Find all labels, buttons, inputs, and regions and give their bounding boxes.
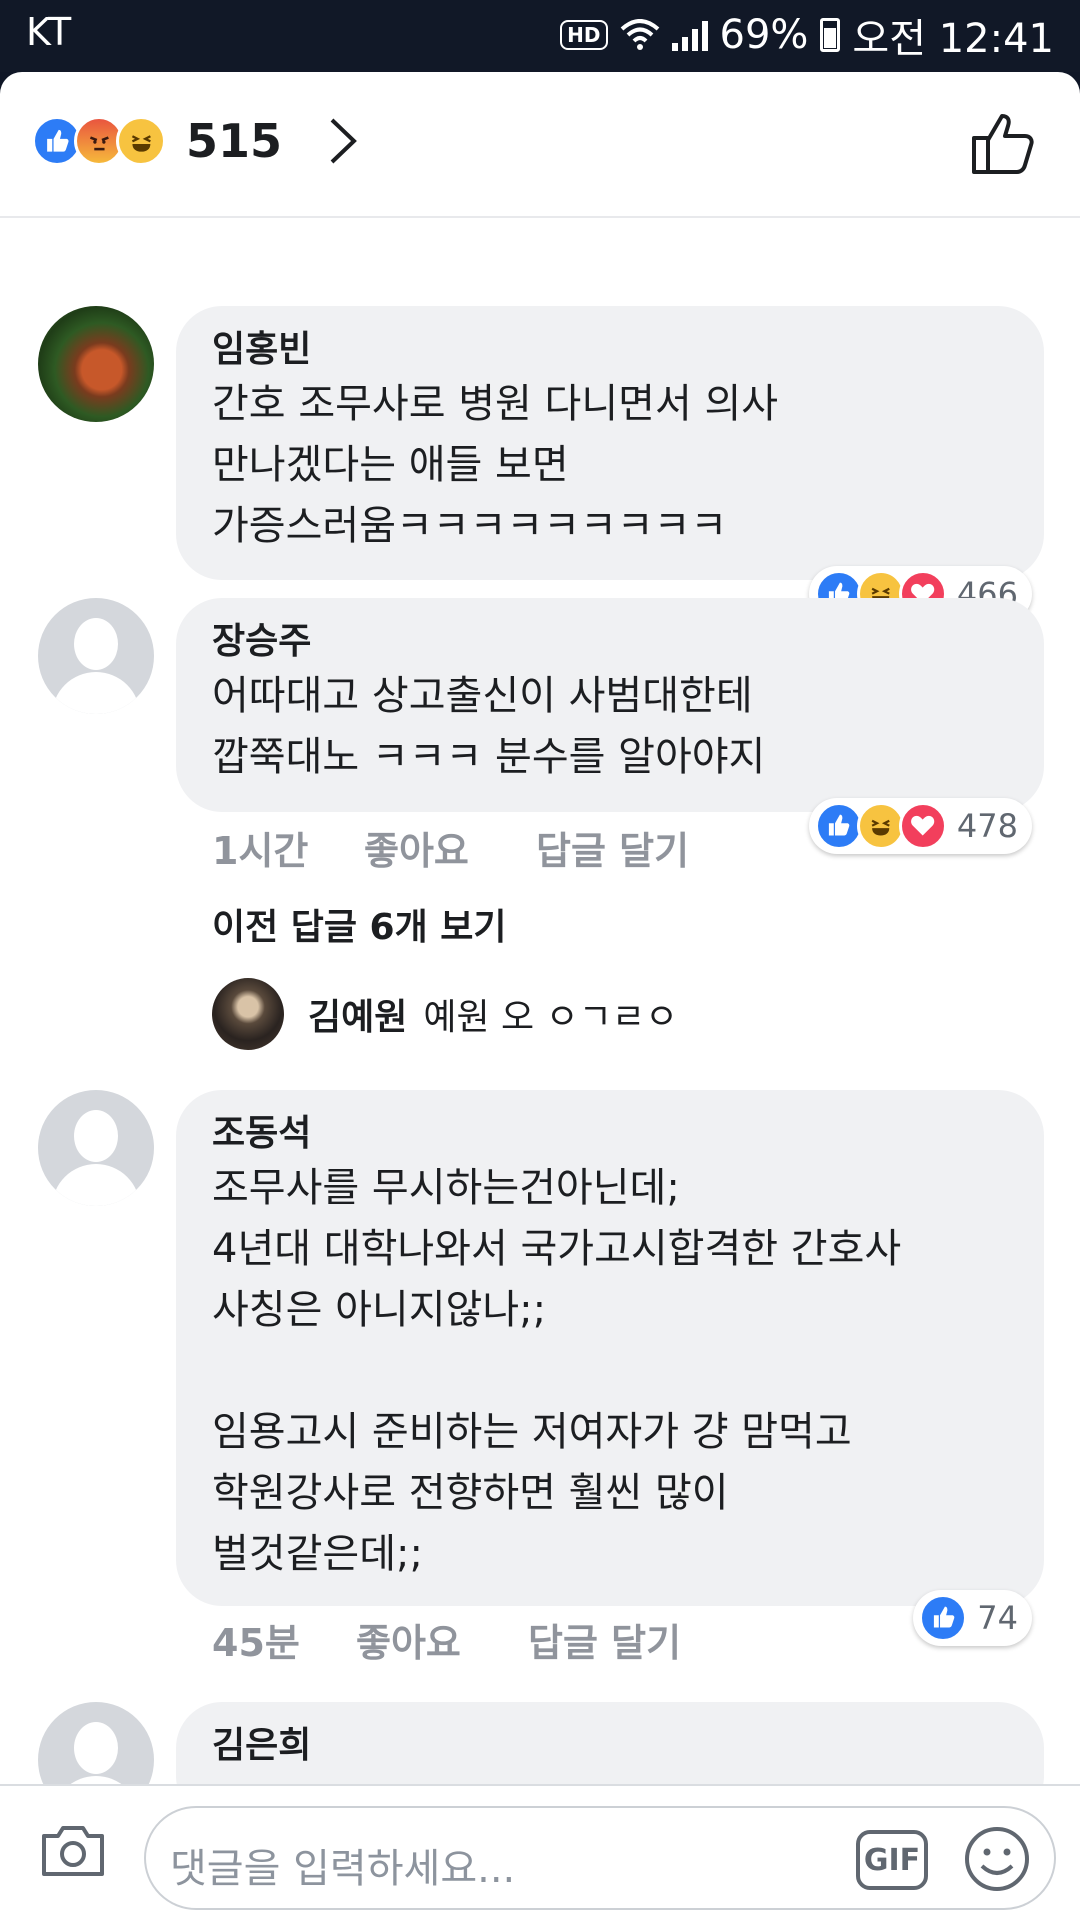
avatar[interactable] <box>38 306 154 422</box>
clock: 오전 12:41 <box>852 16 1054 62</box>
reply-preview[interactable]: 김예원 예원 오 ㅇㄱㄹㅇ <box>212 978 678 1050</box>
comment-text: 간호 조무사로 병원 다니면서 의사 만나겠다는 애들 보면 가증스러움ㅋㅋㅋㅋ… <box>212 381 779 549</box>
status-icons: HD 69% 오전 12:41 <box>560 10 1054 62</box>
comment-reactions[interactable]: 478 <box>808 798 1032 854</box>
comment-author[interactable]: 임홍빈 <box>212 326 1010 374</box>
emoji-icon[interactable] <box>962 1824 1032 1894</box>
comment-bubble[interactable]: 임홍빈 간호 조무사로 병원 다니면서 의사 만나겠다는 애들 보면 가증스러움… <box>176 306 1044 580</box>
like-comment-button[interactable]: 좋아요 <box>364 820 536 875</box>
comment-author[interactable]: 조동석 <box>212 1110 1010 1158</box>
camera-icon[interactable] <box>38 1820 108 1880</box>
reaction-total: 515 <box>186 114 283 168</box>
hd-voice-icon: HD <box>560 20 608 50</box>
comment-actions: 45분 좋아요 답글 달기 <box>212 1612 681 1667</box>
reply-button[interactable]: 답글 달기 <box>528 1612 681 1667</box>
battery-icon <box>820 18 841 52</box>
reply-button[interactable]: 답글 달기 <box>536 820 689 875</box>
carrier-label: KT <box>26 10 72 54</box>
reply-author[interactable]: 김예원 <box>308 988 407 1040</box>
reactions-summary[interactable]: 515 <box>32 114 360 168</box>
comment-text: 조무사를 무시하는건아닌데; 4년대 대학나와서 국가고시합격한 간호사 사칭은… <box>212 1165 902 1577</box>
comment-composer: 댓글을 입력하세요... GIF <box>0 1784 1080 1920</box>
comment-time[interactable]: 1시간 <box>212 820 364 875</box>
comments-sheet: 515 임홍빈 간호 조무사로 병원 다니면서 의사 만나겠다는 애들 보면 가… <box>0 72 1080 1920</box>
wifi-icon <box>620 19 659 50</box>
comment-actions: 1시간 좋아요 답글 달기 <box>212 820 689 875</box>
reaction-count: 478 <box>956 807 1018 845</box>
comment-bubble[interactable]: 장승주 어따대고 상고출신이 사범대한테 깝쭉대노 ㅋㅋㅋ 분수를 알아야지 <box>176 598 1044 812</box>
comment-time[interactable]: 45분 <box>212 1612 356 1667</box>
haha-reaction-icon <box>856 802 905 850</box>
comment-text: 어따대고 상고출신이 사범대한테 깝쭉대노 ㅋㅋㅋ 분수를 알아야지 <box>212 673 766 780</box>
view-previous-replies-link[interactable]: 이전 답글 6개 보기 <box>212 898 507 950</box>
battery-percent: 69% <box>719 12 809 58</box>
reply-text: 예원 오 ㅇㄱㄹㅇ <box>423 997 679 1038</box>
comment-input-placeholder: 댓글을 입력하세요... <box>170 1846 516 1892</box>
love-reaction-icon <box>898 802 947 850</box>
comment-author[interactable]: 장승주 <box>212 618 1010 666</box>
avatar[interactable] <box>38 598 154 714</box>
like-post-button[interactable] <box>970 110 1036 176</box>
comment-reactions[interactable]: 74 <box>913 1590 1032 1646</box>
reactions-header: 515 <box>0 72 1080 218</box>
avatar[interactable] <box>38 1090 154 1206</box>
comment-bubble[interactable]: 조동석 조무사를 무시하는건아닌데; 4년대 대학나와서 국가고시합격한 간호사… <box>176 1090 1044 1606</box>
status-bar: KT HD 69% 오전 12:41 <box>0 0 1080 72</box>
gif-button[interactable]: GIF <box>856 1830 928 1890</box>
haha-reaction-icon <box>116 116 166 166</box>
chevron-right-icon <box>330 118 357 164</box>
like-reaction-icon <box>814 802 863 850</box>
comment-author[interactable]: 김은희 <box>212 1722 1010 1770</box>
like-reaction-icon <box>919 1594 968 1642</box>
avatar[interactable] <box>212 978 284 1050</box>
comment-input[interactable]: 댓글을 입력하세요... GIF <box>144 1806 1056 1910</box>
signal-icon <box>671 19 708 51</box>
like-comment-button[interactable]: 좋아요 <box>356 1612 528 1667</box>
reaction-count: 74 <box>977 1599 1018 1637</box>
